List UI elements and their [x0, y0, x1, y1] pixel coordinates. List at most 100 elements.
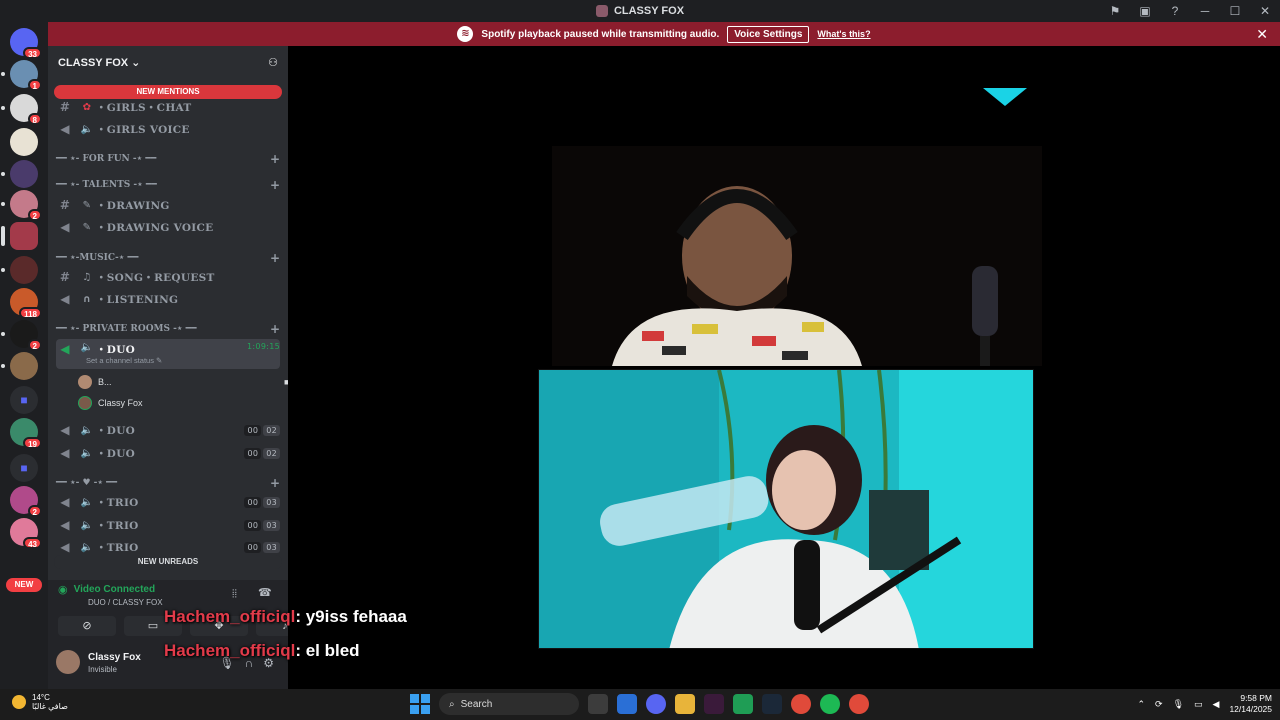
- whats-this-link[interactable]: What's this?: [817, 29, 870, 39]
- mention-badge: 33: [23, 47, 42, 59]
- plus-icon[interactable]: +: [270, 152, 280, 166]
- voice-status-title[interactable]: Video Connected: [74, 584, 156, 595]
- chrome-icon[interactable]: [791, 694, 811, 714]
- channel-drawing-voice[interactable]: ◀ ✎ ・DRAWING VOICE: [56, 217, 280, 237]
- help-icon[interactable]: ?: [1160, 4, 1190, 18]
- close-icon[interactable]: ✕: [1256, 26, 1268, 43]
- channel-duo-active[interactable]: ◀ 🔈 ・DUO 1:09:15 Set a channel status ✎: [56, 339, 280, 369]
- microphone-icon[interactable]: 🎙: [1173, 699, 1184, 710]
- outlook-icon[interactable]: [617, 694, 637, 714]
- server-icon[interactable]: [1, 256, 38, 284]
- category-talents[interactable]: ━━ ⋆- TALENTS -⋆ ━━ +: [56, 178, 280, 192]
- home-icon[interactable]: 33: [10, 28, 42, 59]
- channel-label: ・GIRLS VOICE: [96, 123, 190, 136]
- clock[interactable]: 9:58 PM 12/14/2025: [1229, 693, 1272, 715]
- disconnect-icon[interactable]: ☎: [258, 586, 272, 599]
- video-feed-top[interactable]: [552, 146, 1042, 366]
- voice-channel-path[interactable]: DUO / CLASSY FOX: [88, 598, 163, 607]
- server-icon[interactable]: [1, 352, 38, 380]
- video-feed-bottom[interactable]: [538, 369, 1034, 649]
- plus-icon[interactable]: +: [270, 178, 280, 192]
- flag-icon[interactable]: ⚑: [1100, 4, 1130, 18]
- server-icon[interactable]: 8: [1, 94, 42, 125]
- close-window-button[interactable]: ✕: [1250, 4, 1280, 18]
- user-count: 00: [244, 447, 262, 459]
- server-icon-selected[interactable]: [1, 222, 38, 250]
- channel-label: ・DRAWING: [96, 199, 170, 212]
- channel-label: ・DUO: [96, 344, 136, 356]
- windows-start-icon[interactable]: [410, 694, 430, 714]
- server-icon[interactable]: 1: [1, 60, 42, 91]
- server-icon[interactable]: 2: [1, 190, 42, 221]
- voice-user[interactable]: B... ■: [78, 373, 289, 391]
- maximize-button[interactable]: ☐: [1220, 4, 1250, 18]
- app-icon[interactable]: [733, 694, 753, 714]
- speaker-icon: ◀: [60, 342, 70, 356]
- voice-settings-button[interactable]: Voice Settings: [727, 25, 810, 43]
- chat-message: Hachem_officiql : y9iss fehaaa: [164, 600, 407, 634]
- category-for-fun[interactable]: ━━ ⋆- FOR FUN -⋆ ━━ +: [56, 152, 280, 166]
- visual-studio-icon[interactable]: [704, 694, 724, 714]
- category-private-rooms[interactable]: ━━ ⋆- PRIVATE ROOMS -⋆ ━━ +: [56, 322, 280, 336]
- channel-trio[interactable]: ◀ 🔈 ・TRIO 00 03: [56, 537, 280, 557]
- server-icon[interactable]: [10, 128, 38, 156]
- channel-label: ・TRIO: [96, 519, 139, 532]
- channel-girls-voice[interactable]: ◀ 🔈 ・GIRLS VOICE: [56, 119, 280, 139]
- guild-header[interactable]: CLASSY FOX ⌄ ⚇: [48, 46, 288, 78]
- speaker-icon: ◀: [60, 423, 70, 437]
- steam-icon[interactable]: [762, 694, 782, 714]
- discord-icon[interactable]: [646, 694, 666, 714]
- folder-icon[interactable]: ■: [10, 386, 38, 414]
- category-music[interactable]: ━━ ⋆-MUSIC-⋆ ━━ +: [56, 251, 280, 265]
- stream-chat-overlay: Hachem_officiql : y9iss fehaaa Hachem_of…: [164, 600, 407, 668]
- server-icon[interactable]: [1, 160, 38, 188]
- sync-icon[interactable]: ⟳: [1155, 699, 1163, 710]
- chevron-up-icon[interactable]: ⌃: [1137, 699, 1145, 710]
- spotify-icon[interactable]: [820, 694, 840, 714]
- server-icon[interactable]: 2: [10, 486, 42, 517]
- new-servers-pill[interactable]: NEW: [6, 578, 42, 592]
- new-unreads-pill[interactable]: NEW UNREADS: [54, 555, 282, 569]
- channel-duo[interactable]: ◀ 🔈 ・DUO 00 02: [56, 443, 280, 463]
- mention-badge: 2: [27, 505, 42, 517]
- voice-user[interactable]: Classy Fox: [78, 394, 143, 412]
- channel-listening[interactable]: ◀ ∩ ・LISTENING: [56, 289, 280, 309]
- server-icon[interactable]: 2: [1, 320, 42, 351]
- channel-label: ・LISTENING: [96, 293, 179, 306]
- pencil-icon: ✎: [82, 221, 92, 233]
- channel-song-request[interactable]: # ♫ ・SONG・REQUEST: [56, 267, 280, 287]
- speaker-icon: 🔈: [80, 496, 94, 508]
- channel-trio[interactable]: ◀ 🔈 ・TRIO 00 03: [56, 492, 280, 512]
- inbox-icon[interactable]: ▣: [1130, 4, 1160, 18]
- channel-girls-chat[interactable]: # ✿ ・GIRLS・CHAT: [56, 97, 280, 117]
- category-heart[interactable]: ━━ ⋆- ♥ -⋆ ━━ +: [56, 476, 280, 490]
- chrome-icon[interactable]: [849, 694, 869, 714]
- signal-icon[interactable]: ◉: [58, 583, 68, 596]
- taskbar-search[interactable]: ⌕ Search: [439, 693, 579, 715]
- channel-duo[interactable]: ◀ 🔈 ・DUO 00 02: [56, 420, 280, 440]
- server-icon[interactable]: 43: [10, 518, 42, 549]
- weather-widget[interactable]: 14°C صافي غالبًا: [12, 693, 68, 711]
- channel-trio[interactable]: ◀ 🔈 ・TRIO 00 03: [56, 515, 280, 535]
- plus-icon[interactable]: +: [270, 251, 280, 265]
- plus-icon[interactable]: +: [270, 322, 280, 336]
- task-view-icon[interactable]: [588, 694, 608, 714]
- file-explorer-icon[interactable]: [675, 694, 695, 714]
- user-count: 00: [244, 519, 262, 531]
- taskbar: 14°C صافي غالبًا ⌕ Search ⌃ ⟳ 🎙 ▭ ◀ 9:58 …: [0, 689, 1280, 720]
- minimize-button[interactable]: ─: [1190, 4, 1220, 18]
- mention-badge: 1: [27, 79, 42, 91]
- channel-status-hint[interactable]: Set a channel status ✎: [86, 356, 162, 365]
- network-icon[interactable]: ▭: [1194, 699, 1203, 710]
- plus-icon[interactable]: +: [270, 476, 280, 490]
- server-icon[interactable]: 19: [10, 418, 42, 449]
- user-name[interactable]: Classy Fox: [88, 652, 141, 663]
- add-member-icon[interactable]: ⚇: [268, 56, 278, 69]
- folder-icon[interactable]: ■: [10, 454, 38, 482]
- avatar[interactable]: [56, 650, 80, 674]
- channel-drawing[interactable]: # ✎ ・DRAWING: [56, 195, 280, 215]
- avatar: [78, 375, 92, 389]
- camera-off-button[interactable]: ⊘: [58, 616, 116, 636]
- server-icon[interactable]: 118: [10, 288, 42, 319]
- volume-icon[interactable]: ◀: [1213, 699, 1220, 710]
